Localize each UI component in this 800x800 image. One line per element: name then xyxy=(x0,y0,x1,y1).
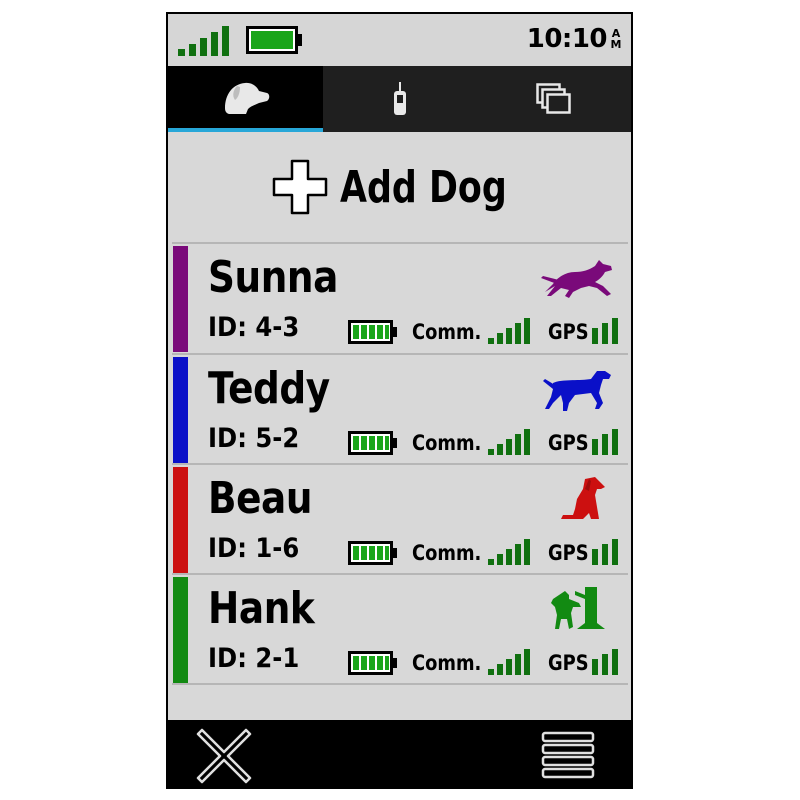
dog-id: ID: 5-2 xyxy=(208,423,300,454)
dog-name: Hank xyxy=(208,583,315,634)
am-pm-letter-2: M xyxy=(610,38,622,51)
comm-label: Comm. xyxy=(412,320,482,344)
am-pm-indicator: A M xyxy=(609,28,623,50)
comm-signal-icon xyxy=(488,539,530,565)
gps-signal-icon xyxy=(592,539,618,565)
gps-signal-icon xyxy=(592,318,618,344)
gps-label: GPS xyxy=(548,320,589,344)
comm-label: Comm. xyxy=(412,431,482,455)
running-dog-icon xyxy=(541,260,612,298)
dog-list: Add Dog Sunna ID: 4-3 Comm. GPS Teddy ID… xyxy=(168,132,631,720)
menu-icon[interactable] xyxy=(541,730,595,780)
close-icon[interactable] xyxy=(196,728,252,784)
pointing-dog-icon xyxy=(543,371,611,411)
list-item[interactable]: Hank ID: 2-1 Comm. GPS xyxy=(168,575,631,683)
clock-time: 10:10 xyxy=(526,24,608,54)
dog-color-bar xyxy=(173,577,188,683)
comm-label: Comm. xyxy=(412,541,482,565)
comm-label: Comm. xyxy=(412,651,482,675)
list-item[interactable]: Beau ID: 1-6 Comm. GPS xyxy=(168,465,631,573)
tab-dogs[interactable] xyxy=(168,66,323,132)
gps-label: GPS xyxy=(548,541,589,565)
pages-icon xyxy=(536,83,571,114)
add-dog-label: Add Dog xyxy=(339,161,507,213)
handheld-collar-icon xyxy=(394,82,406,115)
dog-name: Beau xyxy=(208,473,313,524)
comm-signal-icon xyxy=(488,429,530,455)
collar-battery-icon xyxy=(348,651,397,675)
gps-label: GPS xyxy=(548,651,589,675)
tab-pages[interactable] xyxy=(477,66,631,132)
gps-signal-icon xyxy=(592,429,618,455)
dog-id: ID: 1-6 xyxy=(208,533,300,564)
collar-battery-icon xyxy=(348,320,397,344)
dog-color-bar xyxy=(173,246,188,352)
comm-signal-icon xyxy=(488,649,530,675)
divider xyxy=(172,683,628,685)
dog-name: Sunna xyxy=(208,252,338,303)
dog-id: ID: 4-3 xyxy=(208,312,300,343)
tab-collar[interactable] xyxy=(323,66,477,132)
add-dog-button[interactable]: Add Dog xyxy=(168,132,631,242)
status-bar: 10:10 A M xyxy=(168,14,631,66)
collar-battery-icon xyxy=(348,541,397,565)
handheld-screen: 10:10 A M Add Dog Sunna ID: 4-3 Comm. GP… xyxy=(166,12,633,789)
dog-head-icon xyxy=(224,82,269,114)
gps-label: GPS xyxy=(548,431,589,455)
list-item[interactable]: Teddy ID: 5-2 Comm. GPS xyxy=(168,355,631,463)
battery-icon xyxy=(246,26,302,54)
dog-name: Teddy xyxy=(208,363,330,414)
dog-color-bar xyxy=(173,357,188,463)
gps-signal-icon xyxy=(592,649,618,675)
tab-bar xyxy=(168,66,631,132)
list-item[interactable]: Sunna ID: 4-3 Comm. GPS xyxy=(168,244,631,352)
signal-strength-icon xyxy=(178,26,229,56)
collar-battery-icon xyxy=(348,431,397,455)
comm-signal-icon xyxy=(488,318,530,344)
sitting-dog-icon xyxy=(561,477,605,519)
plus-icon xyxy=(272,159,327,215)
dog-id: ID: 2-1 xyxy=(208,643,300,674)
bottom-bar xyxy=(168,720,631,789)
treed-dog-icon xyxy=(551,587,605,629)
dog-color-bar xyxy=(173,467,188,573)
